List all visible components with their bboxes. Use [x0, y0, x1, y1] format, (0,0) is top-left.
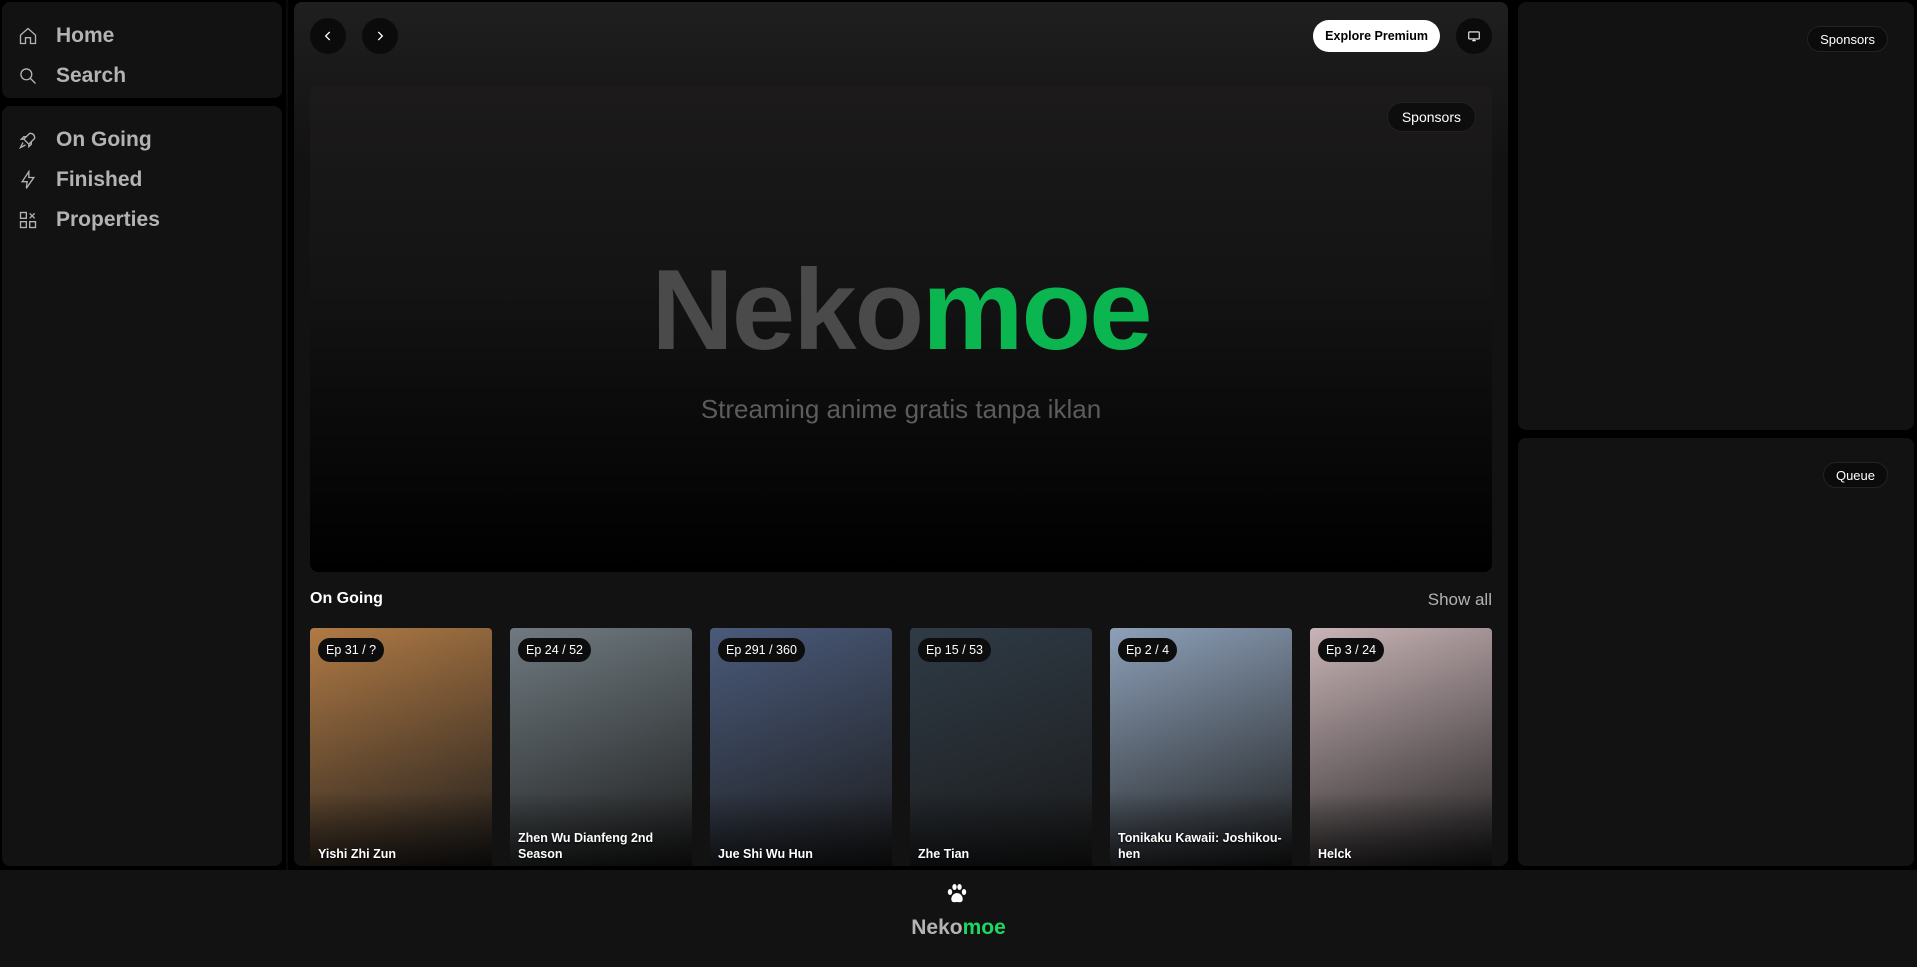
- footer-logo: Nekomoe: [0, 916, 1917, 940]
- sidebar-item-label: Finished: [56, 168, 143, 191]
- anime-card[interactable]: Ep 15 / 53 Zhe Tian: [910, 628, 1092, 866]
- sidebar-item-on-going[interactable]: On Going: [18, 120, 266, 160]
- search-icon: [18, 66, 38, 86]
- sidebar-item-properties[interactable]: Properties: [18, 200, 266, 240]
- anime-card[interactable]: Ep 3 / 24 Helck: [1310, 628, 1492, 866]
- footer-logo-part1: Neko: [911, 916, 963, 939]
- ongoing-section-header: On Going Show all: [310, 590, 1492, 614]
- chevron-left-icon: [321, 29, 335, 43]
- queue-button[interactable]: Queue: [1822, 462, 1888, 488]
- anime-card[interactable]: Ep 291 / 360 Jue Shi Wu Hun: [710, 628, 892, 866]
- footer-logo-part2: moe: [962, 916, 1006, 939]
- card-title: Yishi Zhi Zun: [318, 847, 397, 861]
- explore-premium-button[interactable]: Explore Premium: [1313, 20, 1440, 52]
- show-all-link[interactable]: Show all: [1428, 590, 1492, 610]
- sidebar-library-panel: On Going Finished Properties: [2, 106, 282, 866]
- home-icon: [18, 26, 38, 46]
- hero-logo: Nekomoe: [310, 254, 1492, 368]
- anime-card[interactable]: Ep 24 / 52 Zhen Wu Dianfeng 2nd Season: [510, 628, 692, 866]
- sponsors-panel: Sponsors: [1518, 2, 1914, 430]
- queue-panel: Queue: [1518, 438, 1914, 866]
- main-content: Explore Premium Sponsors Nekomoe Streami…: [294, 2, 1508, 866]
- back-button[interactable]: [310, 18, 346, 54]
- episode-badge: Ep 291 / 360: [718, 638, 805, 662]
- card-title: Jue Shi Wu Hun: [718, 847, 813, 861]
- sidebar-item-finished[interactable]: Finished: [18, 160, 266, 200]
- hero-sponsors-button[interactable]: Sponsors: [1386, 102, 1476, 132]
- sidebar-item-label: Home: [56, 24, 115, 47]
- sidebar-item-label: On Going: [56, 128, 152, 151]
- rocket-icon: [18, 130, 38, 150]
- chevron-right-icon: [373, 29, 387, 43]
- forward-button[interactable]: [362, 18, 398, 54]
- hero-logo-part1: Neko: [651, 247, 924, 374]
- sidebar-resize-handle[interactable]: [286, 0, 288, 870]
- card-title: Helck: [1318, 847, 1352, 861]
- ongoing-card-list: Ep 31 / ? Yishi Zhi Zun Ep 24 / 52 Zhen …: [310, 628, 1492, 866]
- hero-logo-part2: moe: [922, 247, 1152, 374]
- footer: Nekomoe: [0, 870, 1917, 967]
- episode-badge: Ep 3 / 24: [1318, 638, 1385, 662]
- grid-icon: [18, 210, 38, 230]
- episode-badge: Ep 31 / ?: [318, 638, 385, 662]
- anime-card[interactable]: Ep 2 / 4 Tonikaku Kawaii: Joshikou-hen: [1110, 628, 1292, 866]
- sponsors-button[interactable]: Sponsors: [1807, 26, 1888, 52]
- monitor-icon: [1467, 29, 1481, 43]
- sidebar-item-search[interactable]: Search: [18, 56, 266, 96]
- card-title: Zhe Tian: [918, 847, 970, 861]
- card-title: Zhen Wu Dianfeng 2nd Season: [518, 831, 654, 861]
- episode-badge: Ep 2 / 4: [1118, 638, 1178, 662]
- anime-card[interactable]: Ep 31 / ? Yishi Zhi Zun: [310, 628, 492, 866]
- device-button[interactable]: [1456, 18, 1492, 54]
- sidebar-item-label: Search: [56, 64, 127, 87]
- sidebar-item-label: Properties: [56, 208, 160, 231]
- hero-banner: Sponsors Nekomoe Streaming anime gratis …: [310, 86, 1492, 572]
- sidebar-item-home[interactable]: Home: [18, 16, 266, 56]
- lightning-icon: [18, 170, 38, 190]
- card-title: Tonikaku Kawaii: Joshikou-hen: [1118, 831, 1282, 861]
- section-title: On Going: [310, 590, 383, 607]
- hero-tagline: Streaming anime gratis tanpa iklan: [700, 394, 1102, 424]
- top-bar: Explore Premium: [310, 18, 1492, 54]
- episode-badge: Ep 15 / 53: [918, 638, 991, 662]
- sidebar-top-panel: Home Search: [2, 2, 282, 98]
- episode-badge: Ep 24 / 52: [518, 638, 591, 662]
- paw-icon: [947, 884, 967, 903]
